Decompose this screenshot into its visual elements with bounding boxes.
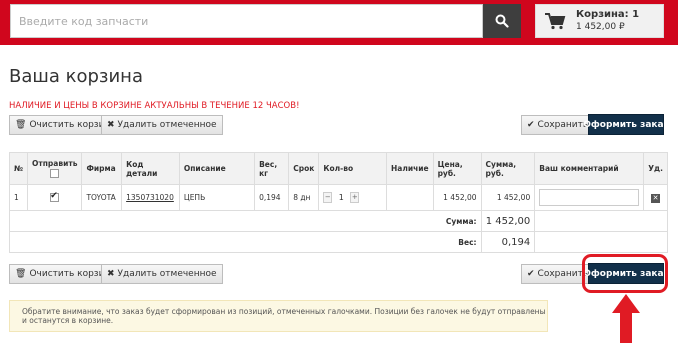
col-header-brand: Фирма: [81, 152, 123, 185]
trash-icon: 🗑: [15, 120, 27, 130]
qty-decrease-button[interactable]: −: [323, 192, 333, 203]
col-header-sum: Сумма, руб.: [480, 152, 536, 185]
send-checkbox[interactable]: [50, 191, 60, 203]
row-sum: 1 452,00: [480, 184, 536, 211]
quantity-stepper: − 1 +: [323, 192, 360, 203]
total-sum-row: Сумма: 1 452,00: [9, 210, 668, 232]
col-header-price: Цена, руб.: [432, 152, 482, 185]
col-header-comment: Ваш комментарий: [534, 152, 645, 185]
total-sum-label: Сумма:: [9, 210, 482, 232]
cart-count: Корзина: 1: [576, 9, 640, 20]
search-icon: [495, 14, 509, 28]
search-input[interactable]: [11, 5, 482, 37]
close-icon: ✖: [107, 120, 115, 130]
col-header-delete: Уд.: [643, 152, 668, 185]
annotation-up-arrow-icon: [612, 294, 640, 343]
row-num: 1: [8, 184, 29, 211]
annotation-highlight-ring: [582, 254, 668, 293]
qty-value[interactable]: 1: [332, 193, 350, 202]
checkout-label: Оформить заказ: [583, 119, 669, 130]
qty-increase-button[interactable]: +: [350, 192, 360, 203]
total-weight-label: Вес:: [9, 231, 482, 253]
page-title: Ваша корзина: [9, 66, 143, 87]
save-label: Сохранить: [537, 120, 589, 130]
row-description: ЦЕПЬ: [178, 184, 256, 211]
row-price: 1 452,00: [432, 184, 482, 211]
row-send-cell: [27, 184, 83, 211]
col-header-qty: Кол-во: [318, 152, 387, 185]
row-availability: [385, 184, 434, 211]
col-header-num: №: [8, 152, 29, 185]
total-weight-filler: [534, 231, 668, 253]
comment-input[interactable]: [539, 189, 640, 206]
row-comment-cell: [534, 184, 645, 211]
order-info-notice: Обратите внимание, что заказ будет сформ…: [9, 300, 548, 332]
shopping-cart-icon: [544, 11, 570, 31]
total-weight-value: 0,194: [480, 231, 536, 253]
price-validity-notice: НАЛИЧИЕ И ЦЕНЫ В КОРЗИНЕ АКТУАЛЬНЫ В ТЕЧ…: [9, 101, 300, 111]
delete-row-icon[interactable]: ✕: [651, 193, 661, 203]
row-weight: 0,194: [254, 184, 290, 211]
col-header-send: Отправить: [27, 152, 83, 185]
col-header-description: Описание: [178, 152, 256, 185]
check-icon: ✔: [527, 120, 535, 130]
cart-total: 1 452,00 ₽: [576, 22, 625, 32]
row-brand: TOYOTA: [81, 184, 123, 211]
table-header-row: № Отправить Фирма Код детали Описание Ве…: [8, 152, 668, 185]
row-code-cell: 1350731020: [121, 184, 180, 211]
header-cart-widget[interactable]: Корзина: 1 1 452,00 ₽: [535, 4, 664, 38]
delete-selected-button-bottom[interactable]: ✖ Удалить отмеченное: [101, 264, 223, 284]
delete-selected-label: Удалить отмеченное: [117, 120, 217, 130]
delete-selected-button-top[interactable]: ✖ Удалить отмеченное: [101, 115, 223, 135]
col-header-weight: Вес, кг: [254, 152, 290, 185]
delete-selected-label: Удалить отмеченное: [117, 269, 217, 279]
checkout-button-top[interactable]: Оформить заказ: [583, 114, 669, 135]
search-button[interactable]: [483, 4, 521, 38]
trash-icon: 🗑: [15, 269, 27, 279]
select-all-checkbox[interactable]: [50, 168, 60, 178]
col-header-send-label: Отправить: [32, 159, 78, 169]
row-term: 8 дн: [288, 184, 320, 211]
close-icon: ✖: [107, 269, 115, 279]
part-code-link[interactable]: 1350731020: [126, 193, 174, 202]
row-qty-cell: − 1 +: [318, 184, 387, 211]
col-header-term: Срок: [288, 152, 320, 185]
col-header-availability: Наличие: [385, 152, 434, 185]
table-row: 1 TOYOTA 1350731020 ЦЕПЬ 0,194 8 дн − 1 …: [8, 184, 668, 211]
col-header-code: Код детали: [121, 152, 180, 185]
cart-table: № Отправить Фирма Код детали Описание Ве…: [8, 152, 668, 253]
save-label: Сохранить: [537, 269, 589, 279]
row-delete-cell: ✕: [643, 184, 668, 211]
check-icon: ✔: [527, 269, 535, 279]
total-weight-row: Вес: 0,194: [9, 231, 668, 253]
total-sum-filler: [534, 210, 668, 232]
search-box: [10, 4, 483, 38]
total-sum-value: 1 452,00: [480, 210, 536, 232]
